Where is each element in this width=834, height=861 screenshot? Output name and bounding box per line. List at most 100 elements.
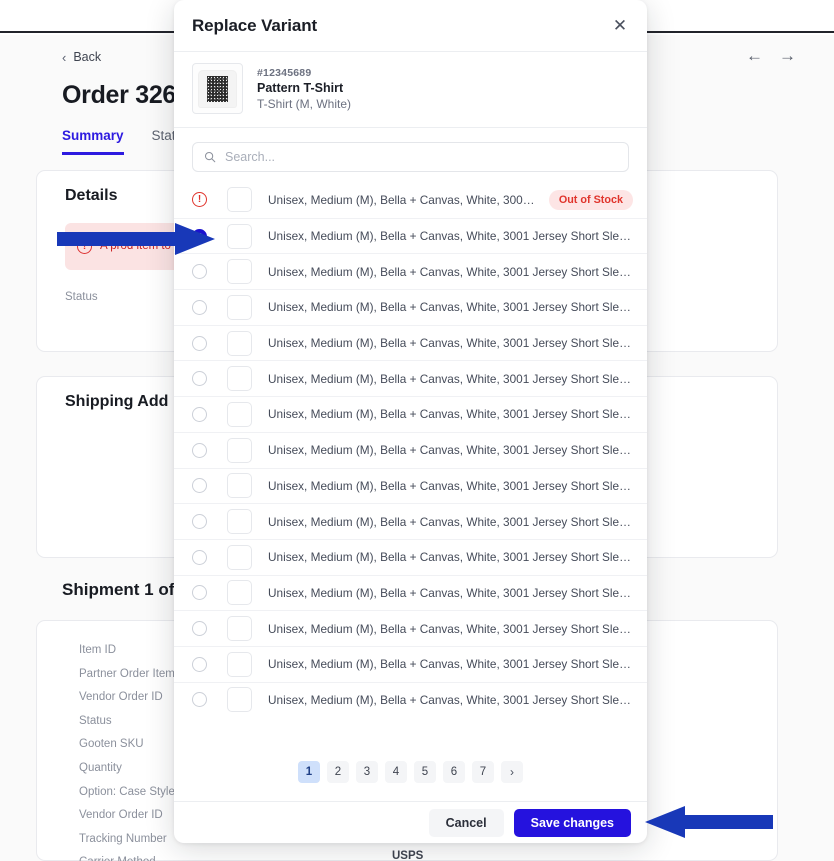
callout-arrow-alert	[57, 223, 215, 255]
product-sku: #12345689	[257, 66, 312, 79]
page-button-3[interactable]: 3	[356, 761, 378, 783]
variant-radio[interactable]	[192, 621, 207, 637]
variant-label: Unisex, Medium (M), Bella + Canvas, Whit…	[268, 621, 633, 636]
shipping-card-title: Shipping Add	[65, 393, 169, 410]
page-button-4[interactable]: 4	[385, 761, 407, 783]
product-name: Pattern T-Shirt	[257, 80, 344, 95]
field-vendor-order-id: Vendor Order ID	[79, 691, 163, 704]
search-icon	[204, 151, 216, 163]
variant-radio[interactable]	[192, 406, 207, 422]
variant-row[interactable]: Unisex, Medium (M), Bella + Canvas, Whit…	[174, 681, 647, 718]
variant-radio[interactable]	[192, 656, 207, 672]
variant-radio[interactable]	[192, 371, 207, 387]
tshirt-print-graphic	[207, 76, 228, 102]
cancel-button[interactable]: Cancel	[428, 808, 504, 837]
variant-row[interactable]: ! Unisex, Medium (M), Bella + Canvas, Whi…	[174, 182, 647, 218]
arrow-right-icon[interactable]: →	[779, 47, 796, 64]
variant-label: Unisex, Medium (M), Bella + Canvas, Whit…	[268, 585, 633, 600]
variant-row[interactable]: Unisex, Medium (M), Bella + Canvas, Whit…	[174, 467, 647, 504]
field-item-id: Item ID	[79, 644, 117, 656]
variant-color-swatch[interactable]	[227, 651, 252, 677]
record-nav: ← →	[746, 47, 796, 64]
back-link[interactable]: ‹ Back	[62, 50, 101, 64]
variant-color-swatch[interactable]	[227, 437, 252, 463]
field-vendor-order-id-2: Vendor Order ID	[79, 809, 163, 822]
variant-row[interactable]: Unisex, Medium (M), Bella + Canvas, Whit…	[174, 289, 647, 325]
chevron-right-icon[interactable]: ›	[501, 761, 523, 783]
field-quantity: Quantity	[79, 761, 122, 774]
variant-radio[interactable]	[192, 264, 207, 280]
variant-color-swatch[interactable]	[227, 616, 252, 642]
variant-color-swatch[interactable]	[227, 330, 252, 356]
variant-radio[interactable]	[192, 549, 207, 565]
variant-label: Unisex, Medium (M), Bella + Canvas, Whit…	[268, 550, 633, 565]
product-meta: #12345689 Pattern T-Shirt T-Shirt (M, Wh…	[257, 67, 351, 111]
shipment-field-list: Item ID Partner Order Item ID Vendor Ord…	[79, 639, 190, 861]
variant-label: Unisex, Medium (M), Bella + Canvas, Whit…	[268, 478, 633, 493]
variant-row[interactable]: Unisex, Medium (M), Bella + Canvas, Whit…	[174, 217, 647, 254]
variant-radio[interactable]	[192, 478, 207, 494]
back-label: Back	[73, 50, 102, 64]
variant-row[interactable]: Unisex, Medium (M), Bella + Canvas, Whit…	[174, 503, 647, 539]
variant-label: Unisex, Medium (M), Bella + Canvas, Whit…	[268, 443, 633, 458]
variant-color-swatch[interactable]	[227, 187, 252, 213]
carrier-method-value: USPS	[392, 850, 424, 861]
modal-product-summary: #12345689 Pattern T-Shirt T-Shirt (M, Wh…	[174, 52, 647, 128]
variant-label: Unisex, Medium (M), Bella + Canvas, Whit…	[268, 300, 633, 315]
field-partner-order-item-id: Partner Order Item ID	[79, 667, 190, 680]
page-button-6[interactable]: 6	[443, 761, 465, 783]
search-section	[174, 128, 647, 182]
details-card-title: Details	[65, 187, 118, 204]
page-button-5[interactable]: 5	[414, 761, 436, 783]
details-status-label: Status	[65, 291, 98, 303]
variant-color-swatch[interactable]	[227, 509, 252, 535]
variant-label: Unisex, Medium (M), Bella + Canvas, Whit…	[268, 407, 633, 422]
variant-radio[interactable]	[192, 692, 207, 708]
variant-radio[interactable]	[192, 442, 207, 458]
variant-label: Unisex, Medium (M), Bella + Canvas, Whit…	[268, 514, 633, 529]
variant-radio[interactable]	[192, 299, 207, 315]
pagination: 1 2 3 4 5 6 7 ›	[174, 745, 647, 801]
tab-summary[interactable]: Summary	[62, 128, 124, 155]
field-option-case-style: Option: Case Style	[79, 785, 175, 798]
variant-label: Unisex, Medium (M), Bella + Canvas, Whit…	[268, 264, 633, 279]
variant-label: Unisex, Medium (M), Bella + Canvas, Whit…	[268, 336, 633, 351]
variant-color-swatch[interactable]	[227, 259, 252, 285]
variant-color-swatch[interactable]	[227, 401, 252, 427]
variant-color-swatch[interactable]	[227, 223, 252, 249]
save-changes-button[interactable]: Save changes	[513, 808, 631, 837]
variant-color-swatch[interactable]	[227, 580, 252, 606]
modal-header: Replace Variant ✕	[174, 0, 647, 52]
variant-radio[interactable]	[192, 335, 207, 351]
variant-row[interactable]: Unisex, Medium (M), Bella + Canvas, Whit…	[174, 360, 647, 396]
variant-list: ! Unisex, Medium (M), Bella + Canvas, Whi…	[174, 182, 647, 745]
field-tracking-number: Tracking Number	[79, 832, 167, 845]
variant-row[interactable]: Unisex, Medium (M), Bella + Canvas, Whit…	[174, 324, 647, 361]
page-tabs: Summary Status	[62, 128, 190, 155]
variant-color-swatch[interactable]	[227, 687, 252, 713]
variant-row[interactable]: Unisex, Medium (M), Bella + Canvas, Whit…	[174, 431, 647, 468]
page-button-7[interactable]: 7	[472, 761, 494, 783]
variant-color-swatch[interactable]	[227, 294, 252, 320]
variant-row[interactable]: Unisex, Medium (M), Bella + Canvas, Whit…	[174, 610, 647, 646]
variant-radio[interactable]	[192, 585, 207, 601]
close-icon[interactable]: ✕	[609, 15, 631, 37]
page-button-2[interactable]: 2	[327, 761, 349, 783]
page-button-1[interactable]: 1	[298, 761, 320, 783]
variant-color-swatch[interactable]	[227, 473, 252, 499]
variant-radio[interactable]	[192, 514, 207, 530]
variant-label: Unisex, Medium (M), Bella + Canvas, Whit…	[268, 371, 633, 386]
arrow-left-icon[interactable]: ←	[746, 47, 763, 64]
variant-row[interactable]: Unisex, Medium (M), Bella + Canvas, Whit…	[174, 538, 647, 575]
search-box[interactable]	[192, 142, 629, 172]
variant-color-swatch[interactable]	[227, 366, 252, 392]
search-input[interactable]	[225, 150, 617, 164]
status-badge: Out of Stock	[548, 189, 633, 210]
variant-row[interactable]: Unisex, Medium (M), Bella + Canvas, Whit…	[174, 396, 647, 432]
variant-label: Unisex, Medium (M), Bella + Canvas, Whit…	[268, 657, 633, 672]
variant-row[interactable]: Unisex, Medium (M), Bella + Canvas, Whit…	[174, 574, 647, 611]
variant-row[interactable]: Unisex, Medium (M), Bella + Canvas, Whit…	[174, 253, 647, 289]
variant-color-swatch[interactable]	[227, 544, 252, 570]
variant-row[interactable]: Unisex, Medium (M), Bella + Canvas, Whit…	[174, 645, 647, 682]
field-carrier-method: Carrier Method	[79, 851, 190, 861]
